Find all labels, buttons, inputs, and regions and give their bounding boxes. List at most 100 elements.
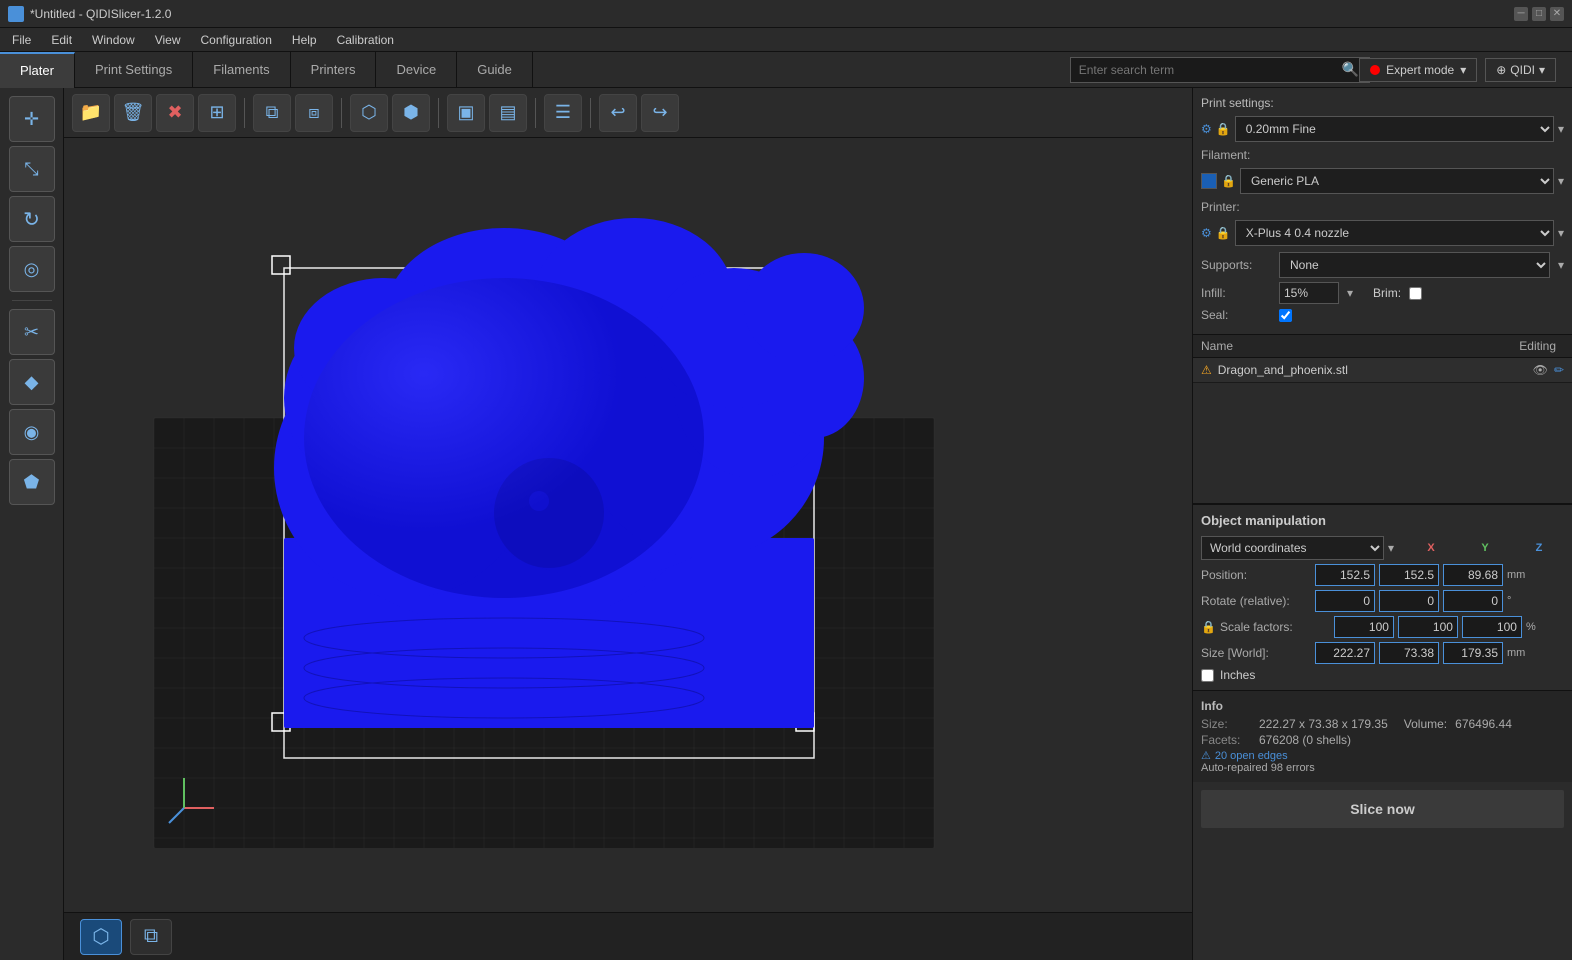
tab-device[interactable]: Device [376,52,457,88]
printer-lock-icon: 🔒 [1216,226,1231,240]
paint-tool-button[interactable]: ◆ [9,359,55,405]
supports-label: Supports: [1201,258,1271,272]
rotate-y-input[interactable] [1379,590,1439,612]
tab-bar: Plater Print Settings Filaments Printers… [0,52,1572,88]
supports-select[interactable]: None [1279,252,1550,278]
size-y-input[interactable] [1379,642,1439,664]
size-x-input[interactable] [1315,642,1375,664]
minimize-button[interactable]: ─ [1514,7,1528,21]
coord-system-select[interactable]: World coordinates [1201,536,1384,560]
seam-tool-button[interactable]: ⬟ [9,459,55,505]
expert-mode-indicator [1370,65,1380,75]
visibility-toggle[interactable]: 👁 [1533,363,1548,377]
toolbar-separator-1 [244,98,245,128]
menu-file[interactable]: File [8,31,35,49]
menu-window[interactable]: Window [88,31,139,49]
toolbar-separator-2 [341,98,342,128]
infill-dropdown-icon: ▾ [1347,286,1353,300]
menu-help[interactable]: Help [288,31,321,49]
redo-button[interactable]: ↪ [641,94,679,132]
scale-lock-icon[interactable]: 🔒 [1201,620,1216,634]
infill-input[interactable] [1279,282,1339,304]
menu-configuration[interactable]: Configuration [197,31,276,49]
3d-canvas[interactable] [64,138,1192,912]
rotate-x-input[interactable] [1315,590,1375,612]
expert-mode-button[interactable]: Expert mode ▾ [1359,58,1477,82]
object-list-spacer [1193,383,1572,503]
size-label: Size [World]: [1201,646,1311,660]
object-list-item[interactable]: ⚠ Dragon_and_phoenix.stl 👁 ✏ [1193,358,1572,383]
open-folder-button[interactable]: 📁 [72,94,110,132]
delete-button[interactable]: 🗑 [114,94,152,132]
close-button[interactable]: ✕ [1550,7,1564,21]
tab-guide[interactable]: Guide [457,52,533,88]
filament-color-swatch [1201,173,1217,189]
rotate-z-input[interactable] [1443,590,1503,612]
position-y-input[interactable] [1379,564,1439,586]
menu-calibration[interactable]: Calibration [333,31,398,49]
scale-tool-button[interactable]: ⤡ [9,146,55,192]
delete-all-button[interactable]: ✖ [156,94,194,132]
edit-icon[interactable]: ✏ [1554,363,1564,377]
inches-label: Inches [1220,668,1255,682]
place-face-tool-button[interactable]: ◎ [9,246,55,292]
split-objects-button[interactable]: ⬡ [350,94,388,132]
quality-select[interactable]: 0.20mm Fine [1235,116,1554,142]
menu-edit[interactable]: Edit [47,31,76,49]
layout-button[interactable]: ▤ [489,94,527,132]
slice-button[interactable]: Slice now [1201,790,1564,828]
tab-printers[interactable]: Printers [291,52,377,88]
settings-button[interactable]: ☰ [544,94,582,132]
scale-y-input[interactable] [1398,616,1458,638]
object-name: Dragon_and_phoenix.stl [1218,363,1527,377]
toolbar-separator-4 [535,98,536,128]
search-input[interactable] [1070,57,1370,83]
seal-checkbox[interactable] [1279,309,1292,322]
qidi-button[interactable]: ⊕ QIDI ▾ [1485,58,1556,82]
layers-view-button[interactable]: ⧉ [130,919,172,955]
toolbar-separator-3 [438,98,439,128]
filament-label: Filament: [1201,148,1271,162]
scale-x-input[interactable] [1334,616,1394,638]
quality-lock-icon: 🔒 [1216,122,1231,136]
brim-checkbox[interactable] [1409,287,1422,300]
inches-checkbox[interactable] [1201,669,1214,682]
arrange-button[interactable]: ⊞ [198,94,236,132]
size-z-input[interactable] [1443,642,1503,664]
info-volume-label: Volume: [1404,717,1447,731]
cut-tool-button[interactable]: ✂ [9,309,55,355]
position-x-input[interactable] [1315,564,1375,586]
info-facets-value: 676208 (0 shells) [1259,733,1351,747]
object-list-section: Name Editing ⚠ Dragon_and_phoenix.stl 👁 … [1193,335,1572,504]
object-manipulation-section: Object manipulation World coordinates ▾ … [1193,504,1572,690]
menu-view[interactable]: View [151,31,185,49]
info-warning-text: 20 open edges [1215,750,1288,762]
orient-button[interactable]: ▣ [447,94,485,132]
printer-gear-icon: ⚙ [1201,226,1212,240]
toolbar-separator [12,300,52,301]
quality-gear-icon: ⚙ [1201,122,1212,136]
search-icon: 🔍 [1342,61,1359,78]
undo-button[interactable]: ↩ [599,94,637,132]
filament-dropdown-icon: ▾ [1558,174,1564,188]
printer-select[interactable]: X-Plus 4 0.4 nozzle [1235,220,1554,246]
support-paint-button[interactable]: ◉ [9,409,55,455]
position-z-input[interactable] [1443,564,1503,586]
info-section: Info Size: 222.27 x 73.38 x 179.35 Volum… [1193,690,1572,782]
scale-z-input[interactable] [1462,616,1522,638]
tab-print-settings[interactable]: Print Settings [75,52,193,88]
position-label: Position: [1201,568,1311,582]
copy-button[interactable]: ⧉ [253,94,291,132]
maximize-button[interactable]: □ [1532,7,1546,21]
object-list-editing-col: Editing [1519,339,1556,353]
supports-dropdown-icon: ▾ [1558,258,1564,272]
3d-view-button[interactable]: ⬡ [80,919,122,955]
filament-lock-icon: 🔒 [1221,174,1236,188]
tab-plater[interactable]: Plater [0,52,75,88]
tab-filaments[interactable]: Filaments [193,52,290,88]
clone-button[interactable]: ⧈ [295,94,333,132]
rotate-tool-button[interactable]: ↻ [9,196,55,242]
move-tool-button[interactable]: ✛ [9,96,55,142]
split-parts-button[interactable]: ⬢ [392,94,430,132]
filament-select[interactable]: Generic PLA [1240,168,1554,194]
